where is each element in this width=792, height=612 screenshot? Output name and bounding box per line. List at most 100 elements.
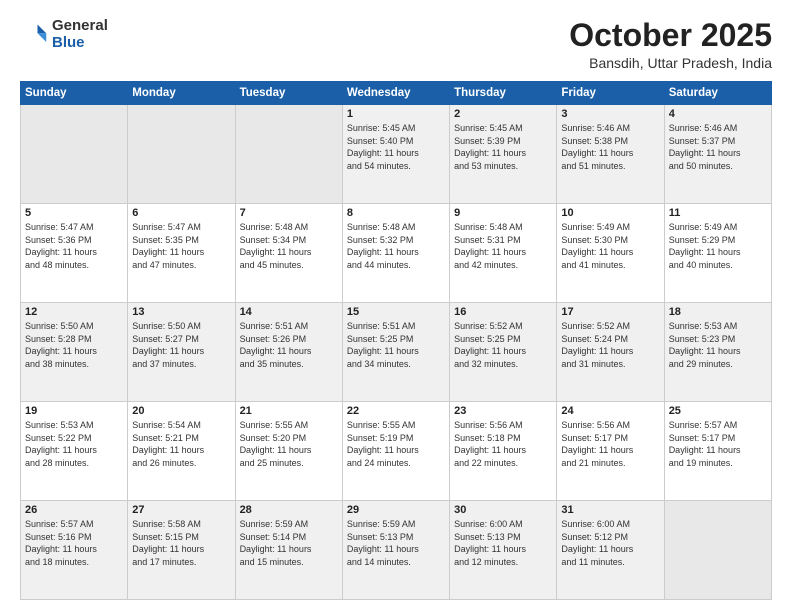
calendar-cell: 10Sunrise: 5:49 AM Sunset: 5:30 PM Dayli…	[557, 204, 664, 303]
cell-info: Sunrise: 5:50 AM Sunset: 5:28 PM Dayligh…	[25, 320, 123, 370]
cell-info: Sunrise: 6:00 AM Sunset: 5:13 PM Dayligh…	[454, 518, 552, 568]
cell-info: Sunrise: 5:56 AM Sunset: 5:17 PM Dayligh…	[561, 419, 659, 469]
cell-info: Sunrise: 5:48 AM Sunset: 5:31 PM Dayligh…	[454, 221, 552, 271]
calendar-cell: 2Sunrise: 5:45 AM Sunset: 5:39 PM Daylig…	[450, 105, 557, 204]
day-number: 11	[669, 207, 767, 219]
day-number: 18	[669, 306, 767, 318]
day-number: 29	[347, 504, 445, 516]
day-number: 20	[132, 405, 230, 417]
cell-info: Sunrise: 5:55 AM Sunset: 5:19 PM Dayligh…	[347, 419, 445, 469]
calendar-week-row: 12 Sunrise: 5:50 AM Sunset: 5:28 PM Dayli…	[21, 303, 772, 402]
day-number: 17	[561, 306, 659, 318]
day-number: 31	[561, 504, 659, 516]
cell-info: Sunrise: 5:49 AM Sunset: 5:29 PM Dayligh…	[669, 221, 767, 271]
day-number: 27	[132, 504, 230, 516]
logo-text: General Blue	[52, 18, 108, 51]
day-number: 30	[454, 504, 552, 516]
day-number: 6	[132, 207, 230, 219]
calendar-cell: 24 Sunrise: 5:56 AM Sunset: 5:17 PM Dayli…	[557, 402, 664, 501]
cell-info: Sunrise: 5:48 AM Sunset: 5:32 PM Dayligh…	[347, 221, 445, 271]
cell-info: Sunrise: 5:55 AM Sunset: 5:20 PM Dayligh…	[240, 419, 338, 469]
cell-info: Sunrise: 5:53 AM Sunset: 5:23 PM Dayligh…	[669, 320, 767, 370]
day-number: 14	[240, 306, 338, 318]
calendar-cell: 12 Sunrise: 5:50 AM Sunset: 5:28 PM Dayli…	[21, 303, 128, 402]
calendar-cell: 7Sunrise: 5:48 AM Sunset: 5:34 PM Daylig…	[235, 204, 342, 303]
calendar-cell: 16 Sunrise: 5:52 AM Sunset: 5:25 PM Dayli…	[450, 303, 557, 402]
cell-info: Sunrise: 5:51 AM Sunset: 5:25 PM Dayligh…	[347, 320, 445, 370]
weekday-header-cell: Wednesday	[342, 82, 449, 105]
calendar-week-row: 5 Sunrise: 5:47 AM Sunset: 5:36 PM Daylig…	[21, 204, 772, 303]
calendar-cell	[235, 105, 342, 204]
day-number: 2	[454, 108, 552, 120]
logo-icon	[20, 21, 48, 49]
calendar-cell: 15 Sunrise: 5:51 AM Sunset: 5:25 PM Dayli…	[342, 303, 449, 402]
calendar-week-row: 19 Sunrise: 5:53 AM Sunset: 5:22 PM Dayli…	[21, 402, 772, 501]
day-number: 5	[25, 207, 123, 219]
calendar-cell	[21, 105, 128, 204]
logo-blue: Blue	[52, 35, 108, 52]
cell-info: Sunrise: 5:57 AM Sunset: 5:16 PM Dayligh…	[25, 518, 123, 568]
calendar-cell: 20Sunrise: 5:54 AM Sunset: 5:21 PM Dayli…	[128, 402, 235, 501]
cell-info: Sunrise: 5:53 AM Sunset: 5:22 PM Dayligh…	[25, 419, 123, 469]
title-block: October 2025 Bansdih, Uttar Pradesh, Ind…	[569, 18, 772, 71]
logo-general: General	[52, 18, 108, 35]
day-number: 22	[347, 405, 445, 417]
day-number: 19	[25, 405, 123, 417]
cell-info: Sunrise: 5:47 AM Sunset: 5:36 PM Dayligh…	[25, 221, 123, 271]
calendar-week-row: 26 Sunrise: 5:57 AM Sunset: 5:16 PM Dayli…	[21, 501, 772, 600]
calendar-cell: 19 Sunrise: 5:53 AM Sunset: 5:22 PM Dayli…	[21, 402, 128, 501]
cell-info: Sunrise: 5:47 AM Sunset: 5:35 PM Dayligh…	[132, 221, 230, 271]
cell-info: Sunrise: 5:52 AM Sunset: 5:25 PM Dayligh…	[454, 320, 552, 370]
calendar-cell: 13 Sunrise: 5:50 AM Sunset: 5:27 PM Dayli…	[128, 303, 235, 402]
calendar-cell: 30 Sunrise: 6:00 AM Sunset: 5:13 PM Dayli…	[450, 501, 557, 600]
weekday-header-cell: Sunday	[21, 82, 128, 105]
day-number: 3	[561, 108, 659, 120]
calendar-cell: 27 Sunrise: 5:58 AM Sunset: 5:15 PM Dayli…	[128, 501, 235, 600]
day-number: 8	[347, 207, 445, 219]
day-number: 15	[347, 306, 445, 318]
day-number: 21	[240, 405, 338, 417]
weekday-header-cell: Friday	[557, 82, 664, 105]
cell-info: Sunrise: 5:52 AM Sunset: 5:24 PM Dayligh…	[561, 320, 659, 370]
calendar-cell: 1 Sunrise: 5:45 AM Sunset: 5:40 PM Daylig…	[342, 105, 449, 204]
day-number: 16	[454, 306, 552, 318]
page: General Blue October 2025 Bansdih, Uttar…	[0, 0, 792, 612]
day-number: 7	[240, 207, 338, 219]
cell-info: Sunrise: 5:58 AM Sunset: 5:15 PM Dayligh…	[132, 518, 230, 568]
calendar-cell: 31Sunrise: 6:00 AM Sunset: 5:12 PM Dayli…	[557, 501, 664, 600]
calendar-cell: 6 Sunrise: 5:47 AM Sunset: 5:35 PM Daylig…	[128, 204, 235, 303]
cell-info: Sunrise: 5:56 AM Sunset: 5:18 PM Dayligh…	[454, 419, 552, 469]
calendar-cell: 17 Sunrise: 5:52 AM Sunset: 5:24 PM Dayli…	[557, 303, 664, 402]
cell-info: Sunrise: 5:49 AM Sunset: 5:30 PM Dayligh…	[561, 221, 659, 271]
calendar-cell: 8 Sunrise: 5:48 AM Sunset: 5:32 PM Daylig…	[342, 204, 449, 303]
calendar-cell: 25Sunrise: 5:57 AM Sunset: 5:17 PM Dayli…	[664, 402, 771, 501]
logo: General Blue	[20, 18, 108, 51]
calendar-cell: 26 Sunrise: 5:57 AM Sunset: 5:16 PM Dayli…	[21, 501, 128, 600]
day-number: 13	[132, 306, 230, 318]
weekday-header-cell: Tuesday	[235, 82, 342, 105]
day-number: 9	[454, 207, 552, 219]
day-number: 28	[240, 504, 338, 516]
calendar-cell: 28Sunrise: 5:59 AM Sunset: 5:14 PM Dayli…	[235, 501, 342, 600]
cell-info: Sunrise: 5:45 AM Sunset: 5:40 PM Dayligh…	[347, 122, 445, 172]
calendar-cell: 5 Sunrise: 5:47 AM Sunset: 5:36 PM Daylig…	[21, 204, 128, 303]
calendar-cell: 11 Sunrise: 5:49 AM Sunset: 5:29 PM Dayli…	[664, 204, 771, 303]
cell-info: Sunrise: 5:59 AM Sunset: 5:13 PM Dayligh…	[347, 518, 445, 568]
cell-info: Sunrise: 5:57 AM Sunset: 5:17 PM Dayligh…	[669, 419, 767, 469]
header: General Blue October 2025 Bansdih, Uttar…	[20, 18, 772, 71]
location: Bansdih, Uttar Pradesh, India	[569, 55, 772, 71]
weekday-header-cell: Thursday	[450, 82, 557, 105]
day-number: 12	[25, 306, 123, 318]
day-number: 4	[669, 108, 767, 120]
day-number: 26	[25, 504, 123, 516]
calendar-cell	[128, 105, 235, 204]
calendar-cell: 22 Sunrise: 5:55 AM Sunset: 5:19 PM Dayli…	[342, 402, 449, 501]
cell-info: Sunrise: 5:51 AM Sunset: 5:26 PM Dayligh…	[240, 320, 338, 370]
day-number: 24	[561, 405, 659, 417]
cell-info: Sunrise: 5:46 AM Sunset: 5:37 PM Dayligh…	[669, 122, 767, 172]
cell-info: Sunrise: 5:50 AM Sunset: 5:27 PM Dayligh…	[132, 320, 230, 370]
calendar-cell: 23Sunrise: 5:56 AM Sunset: 5:18 PM Dayli…	[450, 402, 557, 501]
calendar-cell: 9 Sunrise: 5:48 AM Sunset: 5:31 PM Daylig…	[450, 204, 557, 303]
day-number: 1	[347, 108, 445, 120]
calendar-table: SundayMondayTuesdayWednesdayThursdayFrid…	[20, 81, 772, 600]
